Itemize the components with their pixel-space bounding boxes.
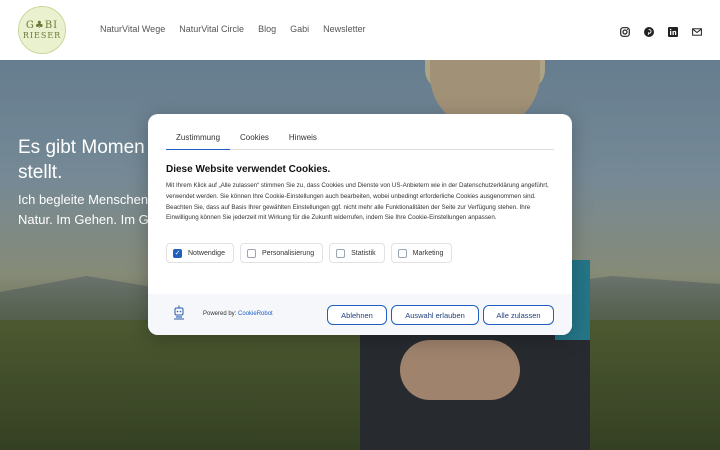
hero-subtitle-line1: Ich begleite Menschen <box>18 192 149 207</box>
site-logo[interactable]: G♣BI RIESER <box>18 6 66 54</box>
linkedin-icon[interactable] <box>668 24 678 37</box>
cookie-consent-dialog: Zustimmung Cookies Hinweis Diese Website… <box>148 114 572 335</box>
main-nav: NaturVital Wege NaturVital Circle Blog G… <box>100 24 366 34</box>
checkbox-icon[interactable] <box>397 248 407 258</box>
category-label: Notwendige <box>188 249 225 257</box>
hero-subtitle-line2: Natur. Im Gehen. Im Ges <box>18 212 163 227</box>
category-label: Personalisierung <box>261 249 315 257</box>
site-header: G♣BI RIESER NaturVital Wege NaturVital C… <box>0 0 720 60</box>
logo-line1: G♣BI <box>25 19 59 31</box>
cookierobot-link[interactable]: CookieRobot <box>238 311 273 317</box>
nav-item-gabi[interactable]: Gabi <box>290 24 309 34</box>
cookie-title: Diese Website verwendet Cookies. <box>166 164 331 175</box>
checkbox-icon[interactable] <box>336 248 346 258</box>
powered-by: Powered by: CookieRobot <box>203 311 273 317</box>
category-label: Statistik <box>351 249 376 257</box>
social-links <box>620 24 702 37</box>
category-label: Marketing <box>412 249 444 257</box>
nav-item-naturvital-circle[interactable]: NaturVital Circle <box>179 24 244 34</box>
cookie-description: Mit Ihrem Klick auf „Alle zulassen“ stim… <box>166 182 549 222</box>
checkbox-icon[interactable] <box>246 248 256 258</box>
checkbox-checked-icon[interactable]: ✓ <box>173 248 182 258</box>
cookierobot-logo-icon <box>172 305 186 321</box>
powered-by-label: Powered by: <box>203 311 237 317</box>
cookie-categories: ✓ Notwendige Personalisierung Statistik … <box>166 243 453 263</box>
instagram-icon[interactable] <box>620 24 630 37</box>
cookie-footer: Powered by: CookieRobot Ablehnen Auswahl… <box>148 294 572 335</box>
mail-icon[interactable] <box>692 24 702 36</box>
allow-all-button[interactable]: Alle zulassen <box>483 305 554 325</box>
tab-zustimmung[interactable]: Zustimmung <box>166 128 231 150</box>
logo-line2: RIESER <box>22 30 62 40</box>
nav-item-naturvital-wege[interactable]: NaturVital Wege <box>100 24 165 34</box>
hero-title-line2: stellt. <box>18 162 63 183</box>
nav-item-newsletter[interactable]: Newsletter <box>323 24 366 34</box>
cookie-tabs: Zustimmung Cookies Hinweis <box>166 128 554 150</box>
hero-title-line1: Es gibt Momen <box>18 137 145 158</box>
tab-cookies[interactable]: Cookies <box>230 128 279 150</box>
category-statistik[interactable]: Statistik <box>329 243 385 263</box>
category-marketing[interactable]: Marketing <box>390 243 453 263</box>
hero-subtitle: Ich begleite Menschen Natur. Im Gehen. I… <box>18 190 163 230</box>
category-personalisierung[interactable]: Personalisierung <box>239 243 324 263</box>
hero-title: Es gibt Momen stellt. <box>18 135 145 185</box>
decline-button[interactable]: Ablehnen <box>327 305 387 325</box>
allow-selection-button[interactable]: Auswahl erlauben <box>391 305 479 325</box>
category-notwendige[interactable]: ✓ Notwendige <box>166 243 234 263</box>
tab-hinweis[interactable]: Hinweis <box>279 128 327 150</box>
pinterest-icon[interactable] <box>644 24 654 37</box>
nav-item-blog[interactable]: Blog <box>258 24 276 34</box>
